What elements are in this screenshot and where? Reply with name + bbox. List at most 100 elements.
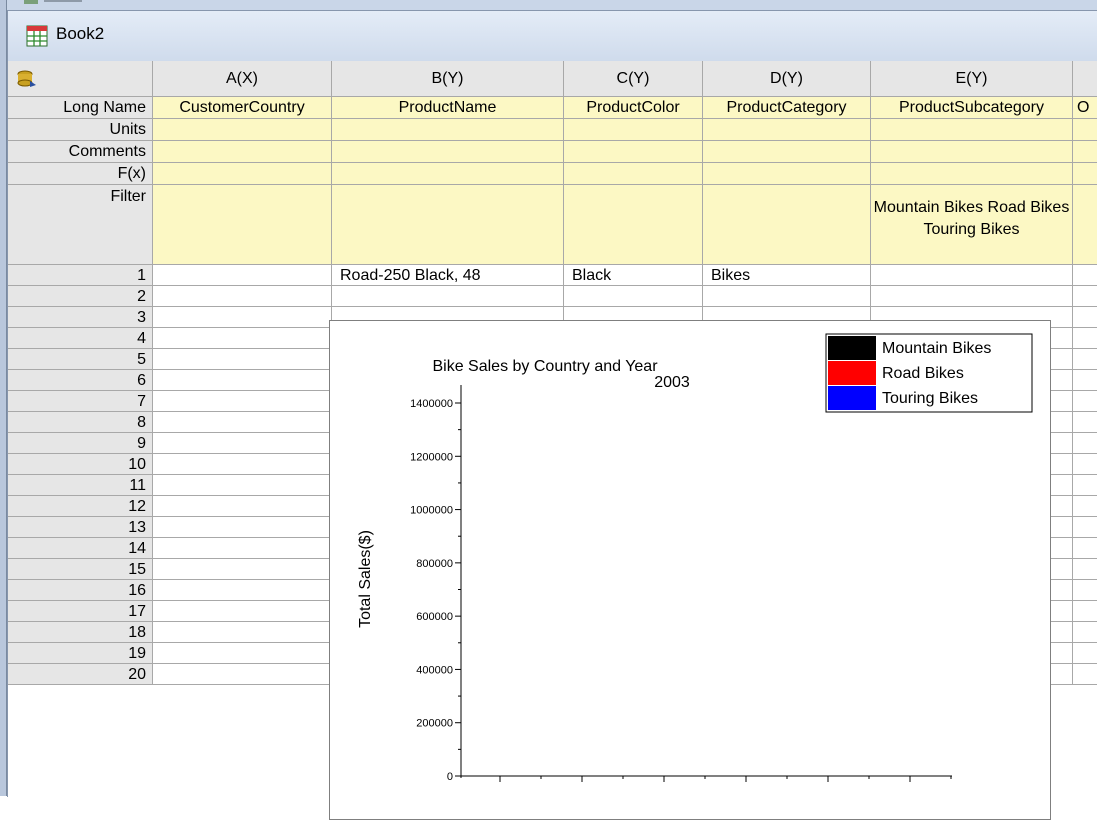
row-number[interactable]: 4 [8, 328, 153, 349]
meta-cell[interactable] [153, 185, 332, 265]
data-cell[interactable] [153, 433, 332, 454]
row-number[interactable]: 17 [8, 601, 153, 622]
meta-cell[interactable] [564, 141, 703, 163]
data-cell[interactable] [153, 391, 332, 412]
row-number[interactable]: 15 [8, 559, 153, 580]
row-number[interactable]: 2 [8, 286, 153, 307]
meta-cell[interactable] [1073, 163, 1097, 185]
meta-cell[interactable] [703, 141, 871, 163]
row-number[interactable]: 13 [8, 517, 153, 538]
data-cell[interactable] [153, 286, 332, 307]
row-number[interactable]: 19 [8, 643, 153, 664]
meta-row-label[interactable]: Long Name [8, 97, 153, 119]
embedded-graph[interactable]: Bike Sales by Country and Year 2003 Total … [329, 320, 1051, 820]
meta-row-label[interactable]: Comments [8, 141, 153, 163]
data-cell[interactable] [1073, 307, 1097, 328]
row-number[interactable]: 20 [8, 664, 153, 685]
data-cell[interactable] [1073, 265, 1097, 286]
data-cell[interactable] [153, 601, 332, 622]
row-number[interactable]: 11 [8, 475, 153, 496]
data-cell[interactable] [153, 559, 332, 580]
meta-cell[interactable]: ProductName [332, 97, 564, 119]
data-cell[interactable] [1073, 496, 1097, 517]
data-cell[interactable] [153, 370, 332, 391]
column-header[interactable]: C(Y) [564, 61, 703, 97]
data-cell[interactable] [153, 328, 332, 349]
data-cell[interactable] [153, 580, 332, 601]
data-cell[interactable] [1073, 643, 1097, 664]
row-number[interactable]: 1 [8, 265, 153, 286]
data-cell[interactable] [153, 538, 332, 559]
meta-row-label[interactable]: Units [8, 119, 153, 141]
data-cell[interactable] [1073, 433, 1097, 454]
meta-cell[interactable] [153, 163, 332, 185]
meta-cell[interactable] [1073, 185, 1097, 265]
data-cell[interactable] [153, 412, 332, 433]
data-cell[interactable] [1073, 622, 1097, 643]
data-cell[interactable]: Bikes [703, 265, 871, 286]
meta-cell[interactable]: O [1073, 97, 1097, 119]
meta-cell[interactable] [332, 185, 564, 265]
worksheet-corner[interactable] [8, 61, 153, 97]
row-number[interactable]: 18 [8, 622, 153, 643]
data-cell[interactable] [1073, 580, 1097, 601]
meta-cell[interactable]: CustomerCountry [153, 97, 332, 119]
meta-cell[interactable] [332, 119, 564, 141]
row-number[interactable]: 10 [8, 454, 153, 475]
meta-cell[interactable] [564, 185, 703, 265]
data-cell[interactable] [1073, 370, 1097, 391]
data-cell[interactable] [1073, 391, 1097, 412]
meta-row-label[interactable]: Filter [8, 185, 153, 265]
data-cell[interactable] [153, 496, 332, 517]
workbook-title-bar[interactable]: Book2 [8, 11, 1097, 61]
data-cell[interactable] [871, 265, 1073, 286]
meta-row-label[interactable]: F(x) [8, 163, 153, 185]
meta-cell[interactable] [871, 141, 1073, 163]
row-number[interactable]: 3 [8, 307, 153, 328]
column-header[interactable]: B(Y) [332, 61, 564, 97]
meta-cell[interactable] [703, 163, 871, 185]
row-number[interactable]: 14 [8, 538, 153, 559]
data-cell[interactable] [153, 454, 332, 475]
meta-cell[interactable]: Mountain Bikes Road Bikes Touring Bikes [871, 185, 1073, 265]
data-cell[interactable] [153, 517, 332, 538]
row-number[interactable]: 8 [8, 412, 153, 433]
meta-cell[interactable] [1073, 141, 1097, 163]
data-cell[interactable] [1073, 454, 1097, 475]
data-cell[interactable]: Black [564, 265, 703, 286]
data-cell[interactable]: Road-250 Black, 48 [332, 265, 564, 286]
row-number[interactable]: 6 [8, 370, 153, 391]
meta-cell[interactable] [703, 185, 871, 265]
data-cell[interactable] [1073, 475, 1097, 496]
data-cell[interactable] [153, 664, 332, 685]
data-cell[interactable] [1073, 664, 1097, 685]
meta-cell[interactable] [332, 163, 564, 185]
meta-cell[interactable] [1073, 119, 1097, 141]
data-cell[interactable] [332, 286, 564, 307]
row-number[interactable]: 7 [8, 391, 153, 412]
meta-cell[interactable] [564, 119, 703, 141]
column-header[interactable]: A(X) [153, 61, 332, 97]
row-number[interactable]: 9 [8, 433, 153, 454]
row-number[interactable]: 16 [8, 580, 153, 601]
meta-cell[interactable]: ProductSubcategory [871, 97, 1073, 119]
column-header[interactable]: E(Y) [871, 61, 1073, 97]
data-cell[interactable] [1073, 349, 1097, 370]
data-cell[interactable] [153, 643, 332, 664]
meta-cell[interactable] [332, 141, 564, 163]
data-cell[interactable] [1073, 286, 1097, 307]
data-cell[interactable] [1073, 328, 1097, 349]
meta-cell[interactable] [703, 119, 871, 141]
data-cell[interactable] [1073, 412, 1097, 433]
meta-cell[interactable] [564, 163, 703, 185]
data-cell[interactable] [153, 307, 332, 328]
data-cell[interactable] [564, 286, 703, 307]
meta-cell[interactable]: ProductColor [564, 97, 703, 119]
data-cell[interactable] [1073, 538, 1097, 559]
data-cell[interactable] [153, 475, 332, 496]
row-number[interactable]: 12 [8, 496, 153, 517]
data-cell[interactable] [703, 286, 871, 307]
column-header[interactable]: D(Y) [703, 61, 871, 97]
meta-cell[interactable] [153, 119, 332, 141]
meta-cell[interactable] [871, 163, 1073, 185]
